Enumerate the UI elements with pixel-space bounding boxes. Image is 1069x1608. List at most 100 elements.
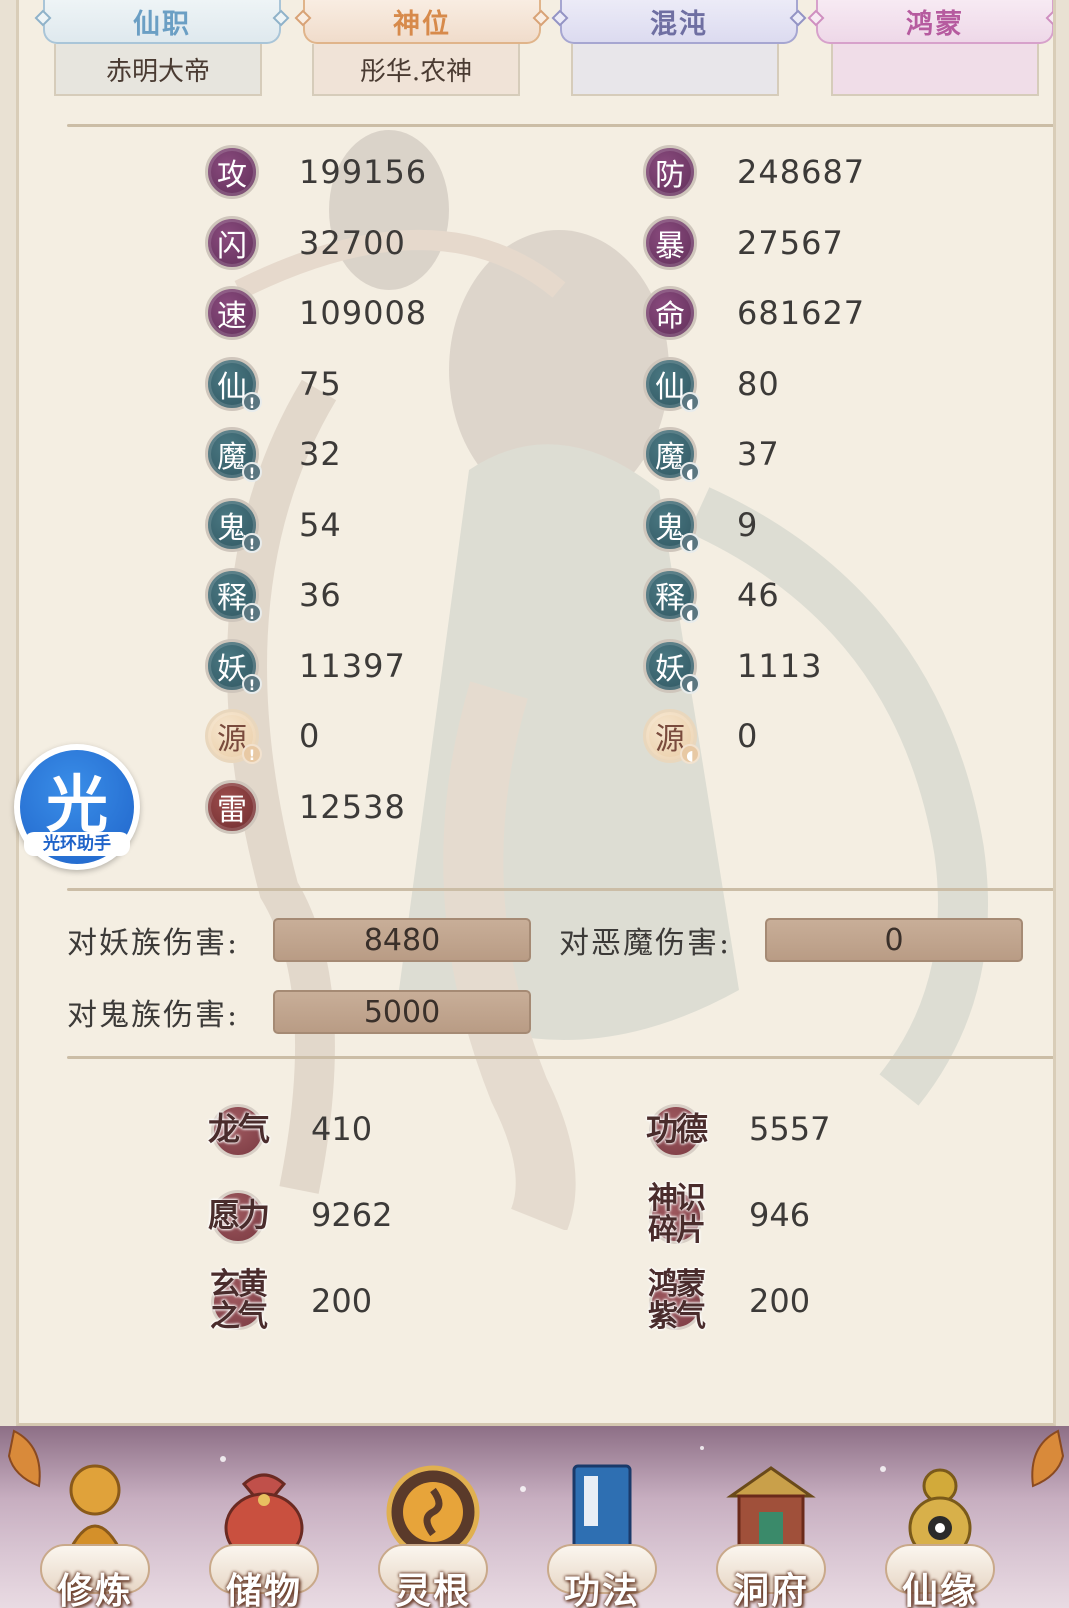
resource-row-left: 愿力 9262 [205,1182,392,1248]
ghost-damage-label: 对鬼族伤害: [67,998,240,1033]
nav-item-1[interactable]: 储物 [189,1426,339,1608]
stat-badge-icon[interactable]: 妖! [205,638,262,694]
yao-damage-value: 8480 [273,918,531,962]
defense-mark-icon: ◖ [680,744,700,764]
resource-value: 5557 [749,1110,831,1148]
nav-item-5[interactable]: 仙缘 [865,1426,1015,1608]
helper-float-button[interactable]: 光 光环助手 [14,744,140,870]
tab-diamond-icon [34,9,52,27]
stat-glyph: 雷 [217,792,247,828]
resource-row-left: 龙气 410 [205,1096,372,1162]
stat-badge-icon[interactable]: 雷 [205,779,259,834]
resource-row-left: 玄黄 之气 200 [205,1268,372,1334]
resource-value: 946 [749,1196,811,1234]
defense-mark-icon: ◖ [680,532,700,553]
stat-badge-icon[interactable]: 释 ◖ [643,568,700,623]
tab-title: 混沌 [650,8,708,40]
nav-label: 功法 [563,1570,640,1608]
stat-value: 27567 [737,223,844,262]
stat-row-left: 妖! 11397 [205,638,406,694]
stats-panel: 仙职 赤明大帝 神位 彤华.农神 混沌 鸿蒙 攻 199156 闪 32700 速 109008 仙!… [16,0,1056,1426]
nav-item-4[interactable]: 洞府 [696,1426,846,1608]
stat-badge-icon[interactable]: 闪 [205,215,259,270]
demon-damage-value: 0 [765,918,1023,962]
nav-item-3[interactable]: 功法 [527,1426,677,1608]
stat-row-right: 暴 27567 [643,215,844,271]
stat-badge-icon[interactable]: 仙 ◖ [643,356,700,412]
stat-badge-icon[interactable]: 攻 [205,145,259,199]
tab-title: 神位 [393,8,451,40]
stat-badge-icon[interactable]: 魔! [205,427,262,482]
stat-badge-icon[interactable]: 鬼 ◖ [643,497,700,553]
nav-label: 洞府 [732,1570,809,1608]
tab-diamond-icon [294,9,312,27]
stat-row-right: 妖 ◖ 1113 [643,638,822,694]
attack-mark-icon: ! [242,673,262,694]
defense-mark-icon: ◖ [680,673,700,694]
stat-badge-icon[interactable]: 魔 ◖ [643,427,700,482]
stat-row-left: 释! 36 [205,567,342,623]
stat-badge-icon[interactable]: 源 ◖ [643,709,700,764]
tab-diamond-icon [789,9,807,27]
resource-label: 龙气 [207,1110,270,1148]
resource-label-line2: 紫气 [648,1299,706,1334]
stat-value: 199156 [299,153,428,191]
nav-item-0[interactable]: 修炼 [20,1426,170,1608]
ghost-damage-value: 5000 [273,990,531,1034]
resource-icon: 神识 碎片 [643,1182,709,1248]
resource-row-right: 神识 碎片 946 [643,1182,810,1248]
resource-label-line2: 之气 [210,1299,268,1334]
stat-row-left: 源! 0 [205,708,320,764]
tab-hundun-value [571,44,779,96]
stat-badge-icon[interactable]: 命 [643,286,697,340]
stat-row-left: 鬼! 54 [205,497,342,553]
tab-diamond-icon [807,9,825,27]
defense-mark-icon: ◖ [680,462,700,482]
attack-mark-icon: ! [242,462,262,482]
tab-hongmeng[interactable]: 鸿蒙 [807,0,1053,44]
nav-label: 仙缘 [901,1570,978,1608]
resource-row-right: 鸿蒙 紫气 200 [643,1268,810,1334]
tab-title: 鸿蒙 [906,8,964,40]
stat-row-right: 防 248687 [643,144,865,200]
defense-mark-icon: ◖ [680,603,700,623]
stat-value: 109008 [299,294,428,332]
attack-mark-icon: ! [242,391,262,412]
stat-value: 0 [737,717,759,755]
tab-xianzhi[interactable]: 仙职 [34,0,290,44]
stat-badge-icon[interactable]: 鬼! [205,497,262,553]
stat-value: 46 [737,576,780,614]
stat-row-left: 速 109008 [205,285,427,341]
stat-badge-icon[interactable]: 仙! [205,356,262,412]
yao-damage-label: 对妖族伤害: [67,926,240,961]
stat-glyph: 防 [655,158,685,193]
helper-glyph: 光 [45,768,108,841]
tab-shenwei[interactable]: 神位 [294,0,550,44]
nav-label: 修炼 [56,1570,133,1608]
divider-bottom [67,1056,1053,1059]
stat-row-left: 魔! 32 [205,426,342,482]
tab-diamond-icon [551,9,569,27]
resource-icon: 玄黄 之气 [205,1268,271,1334]
stat-badge-icon[interactable]: 暴 [643,215,697,270]
stat-value: 0 [299,717,321,755]
stat-badge-icon[interactable]: 妖 ◖ [643,638,700,694]
stat-value: 11397 [299,646,406,685]
stat-badge-icon[interactable]: 源! [205,709,262,764]
resource-row-right: 功德 5557 [643,1096,830,1162]
stat-badge-icon[interactable]: 释! [205,568,262,623]
nav-item-2[interactable]: 灵根 [358,1426,508,1608]
divider-top [67,124,1053,127]
stat-row-right: 魔 ◖ 37 [643,426,780,482]
stat-badge-icon[interactable]: 防 [643,145,697,199]
stat-value: 12538 [299,787,406,826]
stat-value: 681627 [737,294,866,332]
resource-value: 200 [311,1282,373,1320]
resource-value: 410 [311,1110,373,1148]
tab-hundun[interactable]: 混沌 [551,0,807,44]
resource-icon: 功德 [643,1096,709,1162]
resource-label-line2: 碎片 [648,1213,706,1248]
stat-badge-icon[interactable]: 速 [205,286,259,340]
tab-xianzhi-value: 赤明大帝 [54,44,262,96]
stat-row-right: 命 681627 [643,285,865,341]
